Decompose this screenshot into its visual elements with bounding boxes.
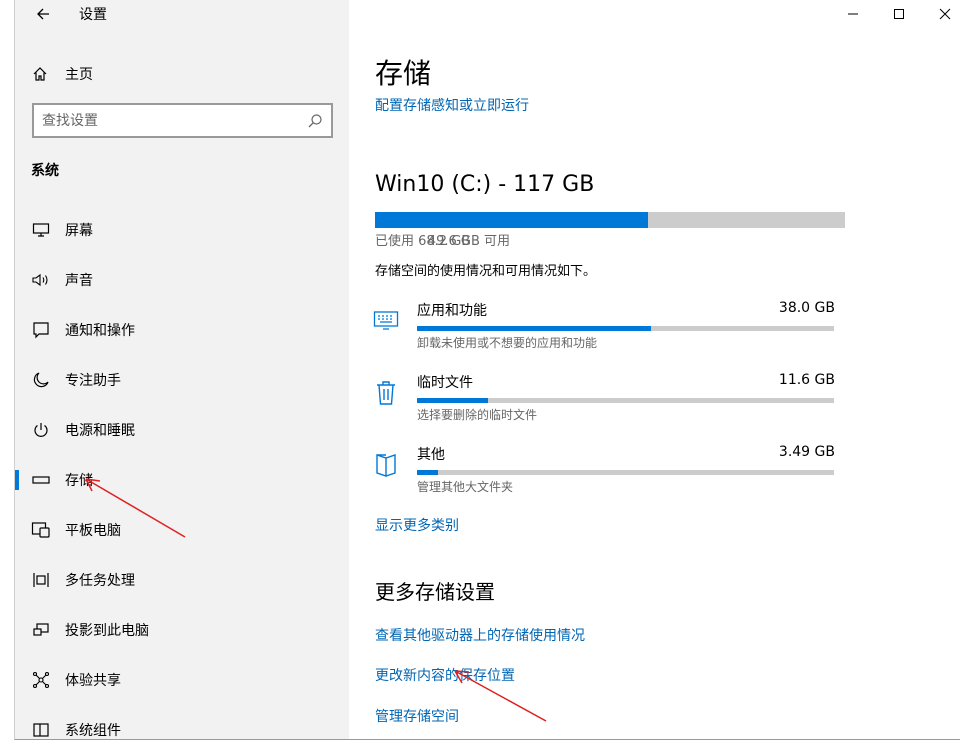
sidebar-item-label: 存储 xyxy=(65,473,93,489)
sidebar-item-storage[interactable]: 存储 xyxy=(15,460,349,500)
section-heading: 系统 xyxy=(31,163,59,179)
maximize-icon xyxy=(894,9,904,19)
sidebar-item-notifications[interactable]: 通知和操作 xyxy=(15,310,349,350)
folder-icon xyxy=(373,450,399,480)
storage-icon xyxy=(31,470,51,490)
sidebar-item-power[interactable]: 电源和睡眠 xyxy=(15,410,349,450)
sidebar-item-shared-experiences[interactable]: 体验共享 xyxy=(15,660,349,700)
multitask-icon xyxy=(31,570,51,590)
category-apps[interactable]: 应用和功能 38.0 GB 卸载未使用或不想要的应用和功能 xyxy=(373,300,835,364)
sidebar-item-label: 声音 xyxy=(65,273,93,289)
category-temp-files[interactable]: 临时文件 11.6 GB 选择要删除的临时文件 xyxy=(373,372,835,436)
category-bar xyxy=(417,398,834,403)
category-size: 38.0 GB xyxy=(778,300,835,316)
sidebar-item-label: 系统组件 xyxy=(65,723,121,739)
sidebar-item-tablet[interactable]: 平板电脑 xyxy=(15,510,349,550)
home-icon xyxy=(31,65,49,83)
sidebar-home[interactable]: 主页 xyxy=(31,62,93,86)
selected-indicator xyxy=(15,470,19,490)
close-icon xyxy=(939,8,951,20)
category-sub: 管理其他大文件夹 xyxy=(417,480,514,494)
notification-icon xyxy=(31,320,51,340)
category-sub: 卸载未使用或不想要的应用和功能 xyxy=(417,336,598,350)
minimize-icon xyxy=(848,13,858,15)
apps-icon xyxy=(373,306,399,336)
sidebar-item-label: 屏幕 xyxy=(65,223,93,239)
sidebar-item-sound[interactable]: 声音 xyxy=(15,260,349,300)
sidebar-item-components[interactable]: 系统组件 xyxy=(15,710,349,739)
sidebar-item-focus-assist[interactable]: 专注助手 xyxy=(15,360,349,400)
search-box[interactable] xyxy=(32,103,333,138)
sidebar-item-project[interactable]: 投影到此电脑 xyxy=(15,610,349,650)
show-more-categories-link[interactable]: 显示更多类别 xyxy=(375,515,459,535)
components-icon xyxy=(31,720,51,739)
window-title: 设置 xyxy=(79,7,107,23)
storage-description: 存储空间的使用情况和可用情况如下。 xyxy=(375,264,597,279)
other-drives-usage-link[interactable]: 查看其他驱动器上的存储使用情况 xyxy=(375,625,585,645)
category-bar-fill xyxy=(417,326,651,331)
search-input[interactable] xyxy=(42,112,292,129)
sidebar-item-label: 通知和操作 xyxy=(65,323,135,339)
change-save-location-link[interactable]: 更改新内容的保存位置 xyxy=(375,665,515,685)
minimize-button[interactable] xyxy=(830,0,876,28)
free-space-label: 49.6 GB 可用 xyxy=(427,234,510,249)
sidebar-item-label: 专注助手 xyxy=(65,373,121,389)
drive-usage-bar xyxy=(375,212,845,228)
category-sub: 选择要删除的临时文件 xyxy=(417,408,538,422)
page-title: 存储 xyxy=(375,57,432,90)
back-arrow-icon xyxy=(37,8,49,20)
category-size: 11.6 GB xyxy=(778,372,835,388)
sidebar-item-label: 投影到此电脑 xyxy=(65,623,149,639)
search-icon[interactable] xyxy=(307,113,323,129)
settings-window: 设置 主页 系统 屏幕 声音 通知和操作 专注助手 xyxy=(14,0,960,740)
display-icon xyxy=(31,220,51,240)
category-name: 其他 xyxy=(417,447,445,463)
moon-icon xyxy=(31,370,51,390)
category-bar-fill xyxy=(417,398,488,403)
main-content: 存储 配置存储感知或立即运行 Win10 (C:) - 117 GB 已使用 6… xyxy=(349,0,960,739)
category-bar xyxy=(417,470,834,475)
configure-storage-sense-link[interactable]: 配置存储感知或立即运行 xyxy=(375,95,529,115)
more-storage-settings-heading: 更多存储设置 xyxy=(375,580,495,604)
back-button[interactable] xyxy=(31,2,55,26)
category-size: 3.49 GB xyxy=(778,444,835,460)
sidebar: 设置 主页 系统 屏幕 声音 通知和操作 专注助手 xyxy=(15,0,349,739)
drive-usage-fill xyxy=(375,212,648,228)
drive-title: Win10 (C:) - 117 GB xyxy=(375,172,595,197)
manage-storage-spaces-link[interactable]: 管理存储空间 xyxy=(375,706,459,726)
maximize-button[interactable] xyxy=(876,0,922,28)
category-other[interactable]: 其他 3.49 GB 管理其他大文件夹 xyxy=(373,444,835,508)
category-bar-fill xyxy=(417,470,438,475)
category-name: 应用和功能 xyxy=(417,303,487,319)
category-bar xyxy=(417,326,834,331)
power-icon xyxy=(31,420,51,440)
sidebar-item-label: 体验共享 xyxy=(65,673,121,689)
close-button[interactable] xyxy=(922,0,960,28)
speaker-icon xyxy=(31,270,51,290)
sidebar-item-label: 电源和睡眠 xyxy=(65,423,135,439)
sidebar-item-display[interactable]: 屏幕 xyxy=(15,210,349,250)
sidebar-item-multitasking[interactable]: 多任务处理 xyxy=(15,560,349,600)
tablet-icon xyxy=(31,520,51,540)
category-name: 临时文件 xyxy=(417,375,473,391)
project-icon xyxy=(31,620,51,640)
sidebar-item-label: 多任务处理 xyxy=(65,573,135,589)
trash-icon xyxy=(373,378,399,408)
home-label: 主页 xyxy=(65,67,93,83)
sidebar-item-label: 平板电脑 xyxy=(65,523,121,539)
share-icon xyxy=(31,670,51,690)
